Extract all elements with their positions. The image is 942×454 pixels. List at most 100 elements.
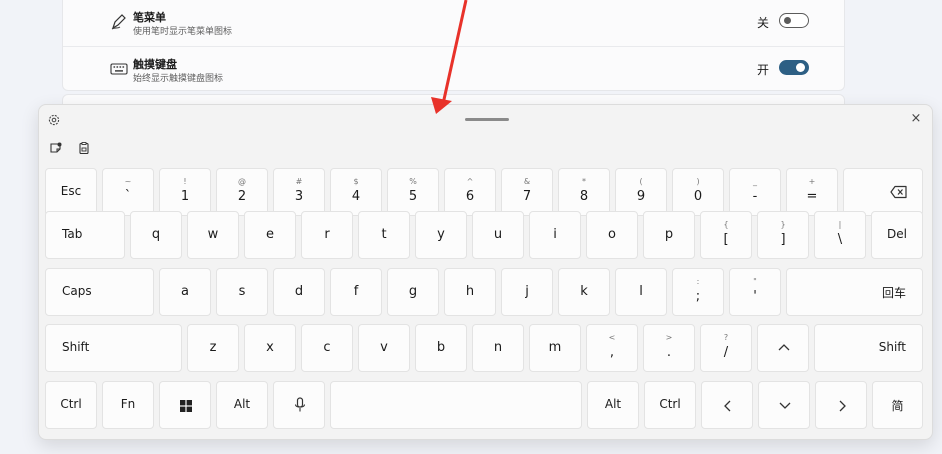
key-char: t — [381, 227, 387, 242]
key-shift-char: ! — [183, 177, 187, 186]
key-char: f — [353, 284, 359, 299]
key-fn[interactable]: Fn — [102, 381, 154, 429]
key-char: j — [525, 284, 529, 299]
pen-menu-toggle[interactable] — [779, 13, 809, 28]
key[interactable]: $4 — [330, 168, 382, 216]
key[interactable]: _ - — [729, 168, 781, 216]
close-icon[interactable]: × — [909, 112, 923, 126]
key-letter[interactable]: e — [244, 211, 296, 259]
key-letter[interactable]: c — [301, 324, 353, 372]
key-letter[interactable]: d — [273, 268, 325, 316]
key-char: u — [493, 227, 503, 242]
key-char: c — [323, 340, 331, 355]
key[interactable]: {[ — [700, 211, 752, 259]
key[interactable]: + = — [786, 168, 838, 216]
key-letter[interactable]: v — [358, 324, 410, 372]
key-char: 2 — [237, 189, 247, 204]
key[interactable]: @2 — [216, 168, 268, 216]
key-letter[interactable]: m — [529, 324, 581, 372]
key-ctrl-right[interactable]: Ctrl — [644, 381, 696, 429]
key-shift-char: + — [808, 177, 816, 186]
key[interactable]: & 7 — [501, 168, 553, 216]
key[interactable]: % 5 — [387, 168, 439, 216]
keyboard-title-bar[interactable]: × — [39, 105, 932, 135]
key-char: h — [465, 284, 475, 299]
key-char: o — [608, 227, 616, 242]
key-letter[interactable]: o — [586, 211, 638, 259]
key-backspace[interactable] — [843, 168, 923, 216]
key-label: 简 — [891, 399, 904, 413]
key[interactable]: :; — [672, 268, 724, 316]
key-letter[interactable]: a — [159, 268, 211, 316]
key-letter[interactable]: q — [130, 211, 182, 259]
key[interactable]: >. — [643, 324, 695, 372]
key-letter[interactable]: s — [216, 268, 268, 316]
drag-handle[interactable] — [465, 118, 509, 121]
key-letter[interactable]: y — [415, 211, 467, 259]
key-caps[interactable]: Caps — [45, 268, 154, 316]
sticker-icon[interactable] — [49, 141, 63, 155]
key-char: 8 — [579, 189, 589, 204]
key-enter[interactable]: 回车 — [786, 268, 923, 316]
key-letter[interactable]: t — [358, 211, 410, 259]
key-char: 3 — [294, 189, 304, 204]
key-letter[interactable]: g — [387, 268, 439, 316]
key-space[interactable] — [330, 381, 582, 429]
key[interactable]: ~ ` — [102, 168, 154, 216]
key-arrow-down[interactable] — [758, 381, 810, 429]
key-arrow-right[interactable] — [815, 381, 867, 429]
key-letter[interactable]: f — [330, 268, 382, 316]
key[interactable]: " ' — [729, 268, 781, 316]
key-char: r — [324, 227, 330, 242]
key-shift-char: ~ — [124, 177, 132, 186]
key-tab[interactable]: Tab — [45, 211, 125, 259]
key-shift-char: # — [295, 177, 303, 186]
key-letter[interactable]: i — [529, 211, 581, 259]
key-letter[interactable]: k — [558, 268, 610, 316]
key-letter[interactable]: z — [187, 324, 239, 372]
key-char: / — [723, 345, 729, 360]
key-del[interactable]: Del — [871, 211, 923, 259]
key-letter[interactable]: p — [643, 211, 695, 259]
key-letter[interactable]: h — [444, 268, 496, 316]
key-letter[interactable]: r — [301, 211, 353, 259]
key-label: Ctrl — [60, 397, 82, 411]
key-char: 7 — [522, 189, 532, 204]
key-letter[interactable]: u — [472, 211, 524, 259]
key-row-home: Caps a s d f g h j k l :; " ' 回车 — [44, 268, 928, 318]
touch-keyboard-toggle[interactable] — [779, 60, 809, 75]
key-esc[interactable]: Esc — [45, 168, 97, 216]
key-shift-right[interactable]: Shift — [814, 324, 923, 372]
key-letter[interactable]: b — [415, 324, 467, 372]
key[interactable]: (9 — [615, 168, 667, 216]
key-voice[interactable] — [273, 381, 325, 429]
key-alt-left[interactable]: Alt — [216, 381, 268, 429]
key-char: g — [408, 284, 418, 299]
key[interactable]: ^ 6 — [444, 168, 496, 216]
key-letter[interactable]: l — [615, 268, 667, 316]
key-letter[interactable]: w — [187, 211, 239, 259]
key-language[interactable]: 简 — [872, 381, 923, 429]
key-letter[interactable]: j — [501, 268, 553, 316]
key[interactable]: * 8 — [558, 168, 610, 216]
key[interactable]: ) 0 — [672, 168, 724, 216]
key[interactable]: ! 1 — [159, 168, 211, 216]
key-char: i — [553, 227, 557, 242]
key-arrow-up[interactable] — [757, 324, 809, 372]
key-shift-left[interactable]: Shift — [45, 324, 182, 372]
clipboard-icon[interactable] — [77, 141, 91, 155]
key-letter[interactable]: n — [472, 324, 524, 372]
key-char: d — [294, 284, 304, 299]
key[interactable]: <, — [586, 324, 638, 372]
microphone-icon — [294, 397, 306, 412]
key-arrow-left[interactable] — [701, 381, 753, 429]
key[interactable]: | \ — [814, 211, 866, 259]
key-letter[interactable]: x — [244, 324, 296, 372]
key[interactable]: #3 — [273, 168, 325, 216]
key-alt-right[interactable]: Alt — [587, 381, 639, 429]
key-ctrl-left[interactable]: Ctrl — [45, 381, 97, 429]
key[interactable]: ? / — [700, 324, 752, 372]
key[interactable]: }] — [757, 211, 809, 259]
gear-icon[interactable] — [47, 113, 61, 127]
key-windows[interactable] — [159, 381, 211, 429]
